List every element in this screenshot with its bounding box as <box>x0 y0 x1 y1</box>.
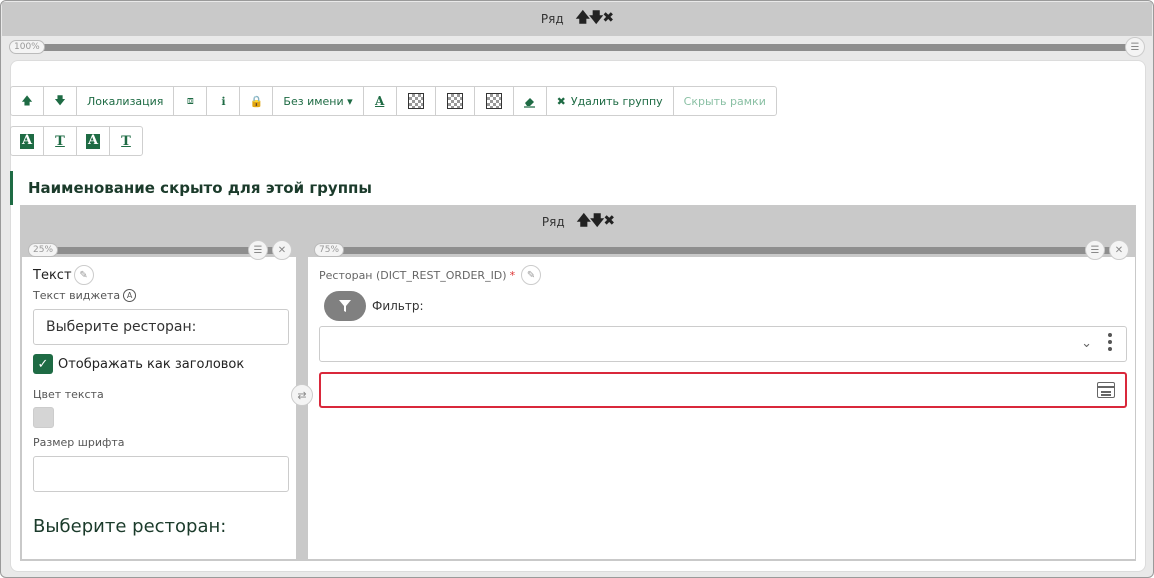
inner-row-move-controls[interactable]: 🡅🡇✖ <box>577 210 616 234</box>
name-dropdown[interactable]: Без имени ▾ <box>272 86 364 116</box>
restaurant-select[interactable]: ⌄ <box>319 326 1127 362</box>
hide-frames-button[interactable]: Скрыть рамки <box>672 86 777 116</box>
filter-row: Фильтр: <box>324 291 424 321</box>
close-icon[interactable]: ✕ <box>272 240 292 260</box>
delete-group-label: Удалить группу <box>570 94 663 108</box>
localization-button[interactable]: Локализация <box>76 86 175 116</box>
font-size-input[interactable] <box>33 456 289 492</box>
edit-icon[interactable]: ✎ <box>73 265 94 285</box>
right-column-resize-bar[interactable] <box>324 247 1121 254</box>
filter-label: Фильтр: <box>372 299 424 313</box>
filter-button[interactable] <box>324 291 366 321</box>
right-column-bar: 75% ☰ ✕ <box>314 240 1131 260</box>
underline-t-icon: T <box>121 133 131 149</box>
group-title: Наименование скрыто для этой группы <box>10 171 372 205</box>
font-color-icon: A <box>375 94 385 108</box>
lock-icon: 🔒 <box>249 94 264 108</box>
inner-row-header: Ряд 🡅🡇✖ <box>20 205 1136 239</box>
restaurant-field-label: Ресторан (DICT_REST_ORDER_ID) <box>319 268 507 282</box>
move-up-button[interactable]: 🡅 <box>10 86 44 116</box>
info-button[interactable]: ℹ <box>206 86 241 116</box>
outer-column-menu-icon[interactable]: ☰ <box>1125 37 1145 57</box>
outer-column-bar: 100% ☰ <box>9 37 1145 57</box>
text-style-button-1[interactable]: A <box>10 126 44 156</box>
text-color-swatch[interactable] <box>33 407 54 428</box>
underline-t-icon: T <box>55 133 65 149</box>
filled-a-icon: A <box>19 132 35 149</box>
background-pattern-button-2[interactable] <box>434 86 475 116</box>
info-icon: ℹ <box>221 94 226 108</box>
restaurant-field-title: Ресторан (DICT_REST_ORDER_ID) * ✎ <box>319 265 542 285</box>
swap-columns-icon[interactable]: ⇄ <box>291 384 313 406</box>
restaurant-widget-column: Ресторан (DICT_REST_ORDER_ID) * ✎ Фильтр… <box>308 257 1135 559</box>
outer-row-header: Ряд 🡅🡇✖ <box>2 2 1152 36</box>
outer-column-resize-bar[interactable] <box>19 44 1135 51</box>
menu-icon[interactable]: ☰ <box>248 240 268 260</box>
required-mark: * <box>509 268 516 282</box>
list-icon[interactable] <box>1097 382 1115 398</box>
text-widget-title-label: Текст <box>33 267 72 283</box>
header-preview-text: Выберите ресторан: <box>33 516 227 537</box>
widget-text-input[interactable]: Выберите ресторан: <box>33 309 289 345</box>
arrow-up-icon: 🡅 <box>21 93 33 107</box>
edit-icon[interactable]: ✎ <box>521 265 542 285</box>
left-column-bar: 25% ☰ ✕ <box>28 240 294 260</box>
arrow-down-icon: 🡇 <box>54 93 66 107</box>
left-column-width-badge[interactable]: 25% <box>28 243 59 257</box>
text-widget-title: Текст ✎ <box>33 265 94 285</box>
menu-icon[interactable]: ☰ <box>1085 240 1105 260</box>
checker-icon <box>407 93 424 109</box>
localization-a-icon[interactable]: A <box>123 289 137 302</box>
show-as-header-label: Отображать как заголовок <box>58 356 245 372</box>
close-icon: ✖ <box>556 94 566 108</box>
binoculars-icon: ⧈ <box>186 94 194 107</box>
eraser-icon <box>524 97 536 108</box>
chevron-down-icon[interactable]: ⌄ <box>1081 336 1092 351</box>
move-down-button[interactable]: 🡇 <box>43 86 77 116</box>
lock-button[interactable]: 🔒 <box>239 86 274 116</box>
filled-a-icon: A <box>85 132 101 149</box>
text-style-button-4[interactable]: T <box>109 126 143 156</box>
filter-icon <box>339 300 351 312</box>
outer-column-width-badge[interactable]: 100% <box>9 40 45 54</box>
background-pattern-button-1[interactable] <box>395 86 436 116</box>
font-color-button[interactable]: A <box>362 86 397 116</box>
show-as-header-row[interactable]: ✓ Отображать как заголовок <box>33 354 244 374</box>
text-color-label: Цвет текста <box>33 388 104 401</box>
text-style-button-2[interactable]: T <box>43 126 77 156</box>
close-icon[interactable]: ✕ <box>1109 240 1129 260</box>
restaurant-value-input[interactable] <box>319 372 1127 408</box>
widget-editor-frame: Ряд 🡅🡇✖ 100% ☰ 🡅 🡇 Локализация ⧈ ℹ 🔒 Без… <box>0 0 1154 578</box>
binoculars-button[interactable]: ⧈ <box>173 86 208 116</box>
outer-row-label: Ряд <box>540 12 564 26</box>
eraser-button[interactable] <box>512 86 547 116</box>
show-as-header-checkbox[interactable]: ✓ <box>33 354 53 374</box>
outer-row-move-controls[interactable]: 🡅🡇✖ <box>576 7 615 31</box>
checker-icon <box>485 93 502 109</box>
delete-group-button[interactable]: ✖ Удалить группу <box>545 86 674 116</box>
group-toolbar: 🡅 🡇 Локализация ⧈ ℹ 🔒 Без имени ▾ A ✖ Уд… <box>10 86 777 116</box>
background-pattern-button-3[interactable] <box>473 86 514 116</box>
inner-row-label: Ряд <box>541 215 565 229</box>
widget-text-label-row: Текст виджета A <box>33 289 137 302</box>
checker-icon <box>446 93 463 109</box>
more-options-icon[interactable] <box>1108 333 1112 351</box>
text-widget-column: Текст ✎ Текст виджета A Выберите рестора… <box>22 257 296 559</box>
text-style-toolbar: A T A T <box>10 126 143 156</box>
widget-text-label: Текст виджета <box>33 289 121 302</box>
font-size-label: Размер шрифта <box>33 436 125 449</box>
right-column-width-badge[interactable]: 75% <box>314 243 345 257</box>
text-style-button-3[interactable]: A <box>76 126 110 156</box>
